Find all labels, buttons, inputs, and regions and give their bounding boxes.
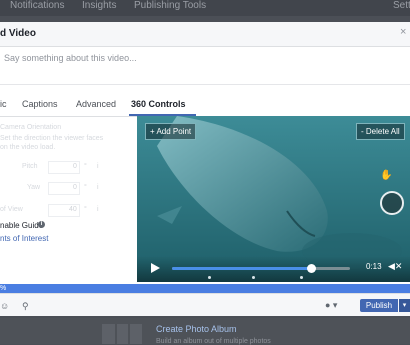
field-of-view-unit: ° <box>84 206 87 213</box>
yaw-value: 0 <box>73 184 77 191</box>
upload-video-dialog: d Video × Say something about this video… <box>0 22 410 316</box>
audience-selector[interactable]: ● ▾ <box>325 300 337 311</box>
camera-orientation-heading: Camera Orientation <box>0 124 62 131</box>
dialog-title: d Video <box>0 28 36 39</box>
nav-item-settings: Sett <box>393 0 410 11</box>
poi-marker[interactable] <box>300 276 304 279</box>
pitch-label: Pitch <box>22 163 38 170</box>
yaw-unit: ° <box>84 184 87 191</box>
360-orientation-icon[interactable] <box>380 191 404 215</box>
delete-all-button[interactable]: - Delete All <box>356 123 405 140</box>
seek-bar-handle[interactable] <box>306 264 316 273</box>
photo-album-icon <box>102 324 142 344</box>
mute-icon[interactable]: ◀✕ <box>388 261 402 272</box>
video-controls: 0:13 ◀✕ <box>137 256 410 282</box>
nav-item-publishing-tools: Publishing Tools <box>134 0 207 11</box>
divider <box>0 84 410 85</box>
info-icon[interactable]: i <box>97 206 99 213</box>
poi-marker[interactable] <box>252 276 256 279</box>
tab-360-controls[interactable]: 360 Controls <box>131 99 186 109</box>
dialog-tabs: ic Captions Advanced 360 Controls <box>0 96 410 117</box>
seek-bar[interactable] <box>172 264 350 273</box>
poi-markers <box>137 276 410 279</box>
enable-guide-checkbox-label[interactable]: nable Guide <box>0 221 43 230</box>
pitch-unit: ° <box>84 163 87 170</box>
video-time: 0:13 <box>366 262 382 271</box>
nav-item-notifications: Notifications <box>10 0 65 11</box>
yaw-label: Yaw <box>27 184 41 191</box>
close-icon[interactable]: × <box>400 26 406 38</box>
video-description-input[interactable]: Say something about this video... <box>4 53 137 63</box>
dialog-header: d Video × <box>0 22 410 47</box>
field-of-view-value: 40 <box>69 206 77 213</box>
points-of-interest-link[interactable]: nts of Interest <box>0 234 48 243</box>
pitch-value: 0 <box>73 163 77 170</box>
publish-options-caret[interactable]: ▾ <box>399 299 410 312</box>
upload-progress-bar: % <box>0 284 410 293</box>
info-icon[interactable]: i <box>97 184 99 191</box>
location-pin-icon[interactable]: ⚲ <box>22 301 29 312</box>
seek-bar-fill <box>172 267 311 270</box>
dialog-footer: ☺ ⚲ ● ▾ Publish ▾ <box>0 293 410 316</box>
orientation-settings: Camera Orientation Set the direction the… <box>0 117 137 287</box>
field-of-view-label: of View <box>0 206 23 213</box>
create-photo-album-title: Create Photo Album <box>156 324 237 334</box>
publish-button[interactable]: Publish <box>360 299 398 312</box>
add-point-button[interactable]: + Add Point <box>145 123 197 140</box>
feeling-icon[interactable]: ☺ <box>0 301 9 311</box>
camera-orientation-desc: Set the direction the viewer faces <box>0 135 104 142</box>
nav-item-insights: Insights <box>82 0 117 11</box>
info-icon[interactable]: i <box>38 221 45 228</box>
play-icon[interactable] <box>151 263 160 273</box>
info-icon[interactable]: i <box>97 163 99 170</box>
poi-marker[interactable] <box>207 276 211 279</box>
tab-advanced[interactable]: Advanced <box>76 99 116 109</box>
background-top-nav: Notifications Insights Publishing Tools … <box>0 0 410 16</box>
upload-percent: % <box>0 285 7 292</box>
video-preview[interactable]: + Add Point - Delete All ✋ 0:13 ◀✕ <box>137 116 410 282</box>
camera-orientation-desc-2: on the video load. <box>0 144 56 151</box>
tab-captions[interactable]: Captions <box>22 99 58 109</box>
tab-basic[interactable]: ic <box>0 99 7 109</box>
drag-hand-icon: ✋ <box>380 170 393 181</box>
